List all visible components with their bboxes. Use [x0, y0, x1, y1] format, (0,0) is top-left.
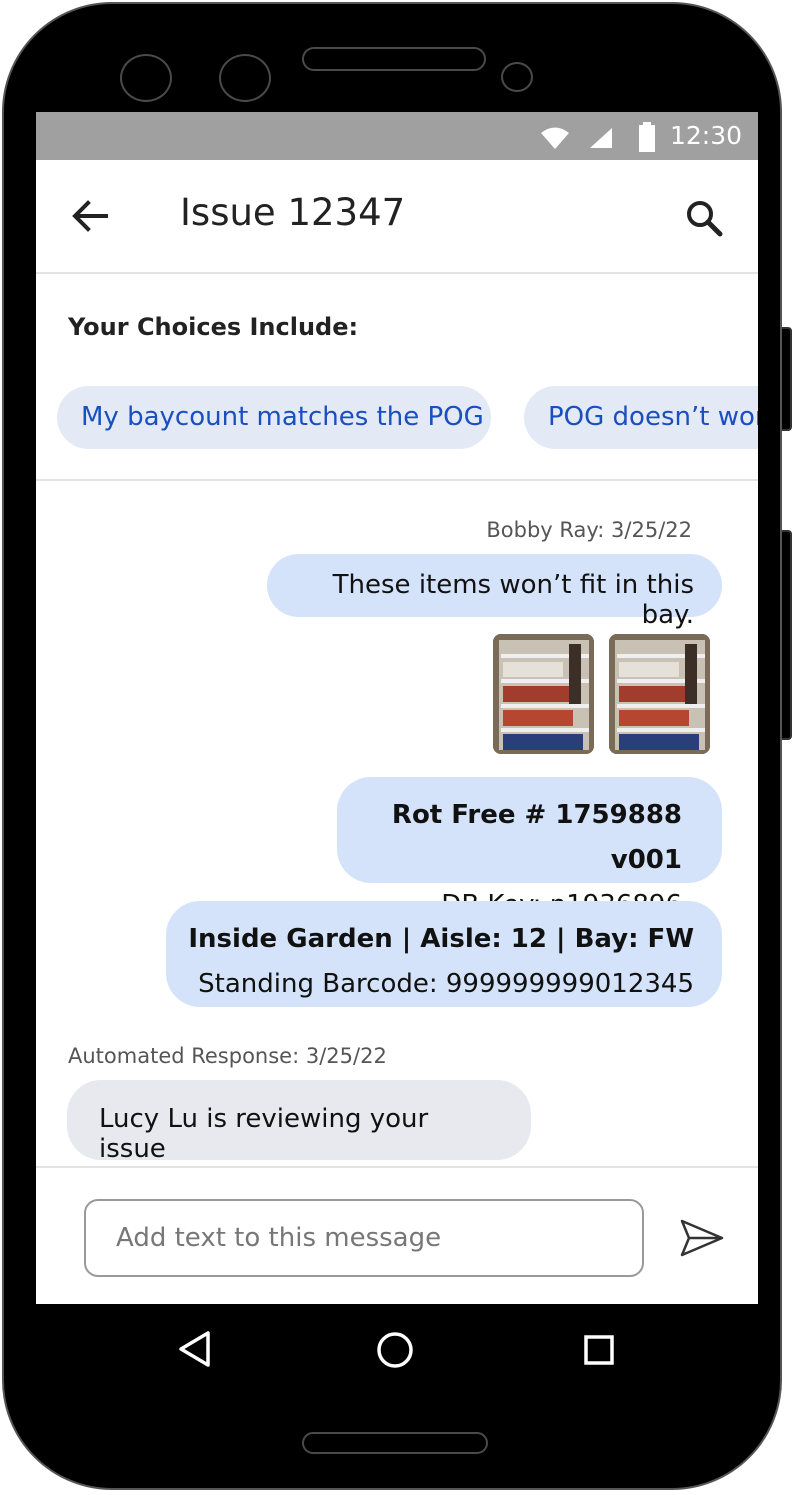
- location-title: Inside Garden | Aisle: 12 | Bay: FW: [188, 924, 694, 954]
- message-meta-automated: Automated Response: 3/25/22: [68, 1044, 387, 1068]
- signal-icon: [590, 128, 612, 148]
- front-camera-right: [219, 54, 271, 102]
- attached-photo-1[interactable]: [493, 634, 594, 754]
- search-icon[interactable]: [684, 198, 724, 238]
- choices-label: Your Choices Include:: [68, 313, 359, 341]
- message-bubble-product: Rot Free # 1759888 v001 DB Key: p1936896: [337, 777, 722, 920]
- bottom-speaker: [302, 1432, 488, 1454]
- choice-chip-label: My baycount matches the POG: [81, 402, 484, 432]
- choice-chip-baycount[interactable]: My baycount matches the POG: [57, 386, 491, 449]
- wifi-icon: [541, 127, 569, 149]
- earpiece-speaker: [302, 47, 486, 71]
- app-bar: Issue 12347: [36, 160, 758, 274]
- power-button: [782, 530, 792, 740]
- message-bubble-location: Inside Garden | Aisle: 12 | Bay: FW Stan…: [166, 901, 722, 1007]
- message-text: Lucy Lu is reviewing your issue: [99, 1104, 429, 1164]
- choice-chip-label: POG doesn’t work: [548, 402, 758, 432]
- choices-divider: [36, 479, 758, 481]
- page-title: Issue 12347: [180, 191, 406, 234]
- message-bubble-automated: Lucy Lu is reviewing your issue: [67, 1080, 531, 1164]
- volume-button: [782, 327, 792, 431]
- message-text: These items won’t fit in this bay.: [332, 570, 694, 630]
- triangle-back-icon[interactable]: [178, 1330, 212, 1368]
- product-title: Rot Free # 1759888 v001: [391, 800, 682, 875]
- message-meta-user: Bobby Ray: 3/25/22: [486, 518, 692, 542]
- message-composer: [36, 1166, 758, 1304]
- choice-chip-pog[interactable]: POG doesn’t work: [524, 386, 758, 449]
- battery-icon: [639, 122, 655, 152]
- attached-photo-2[interactable]: [609, 634, 710, 754]
- message-bubble-user: These items won’t fit in this bay.: [267, 554, 722, 630]
- location-barcode: Standing Barcode: 999999999012345: [198, 969, 694, 999]
- status-time: 12:30: [669, 121, 742, 150]
- send-icon[interactable]: [680, 1218, 724, 1258]
- front-camera-left: [120, 54, 172, 102]
- status-bar: 12:30: [36, 112, 758, 160]
- square-recents-icon[interactable]: [583, 1334, 615, 1366]
- circle-home-icon[interactable]: [376, 1331, 414, 1369]
- shelf-photo-image: [493, 634, 594, 754]
- screen: 12:30 Issue 12347 Your Choices Include: …: [36, 112, 758, 1304]
- shelf-photo-image: [609, 634, 710, 754]
- proximity-sensor: [501, 62, 533, 92]
- arrow-left-icon[interactable]: [70, 196, 110, 236]
- phone-frame: 12:30 Issue 12347 Your Choices Include: …: [2, 2, 782, 1490]
- message-input[interactable]: [84, 1199, 644, 1277]
